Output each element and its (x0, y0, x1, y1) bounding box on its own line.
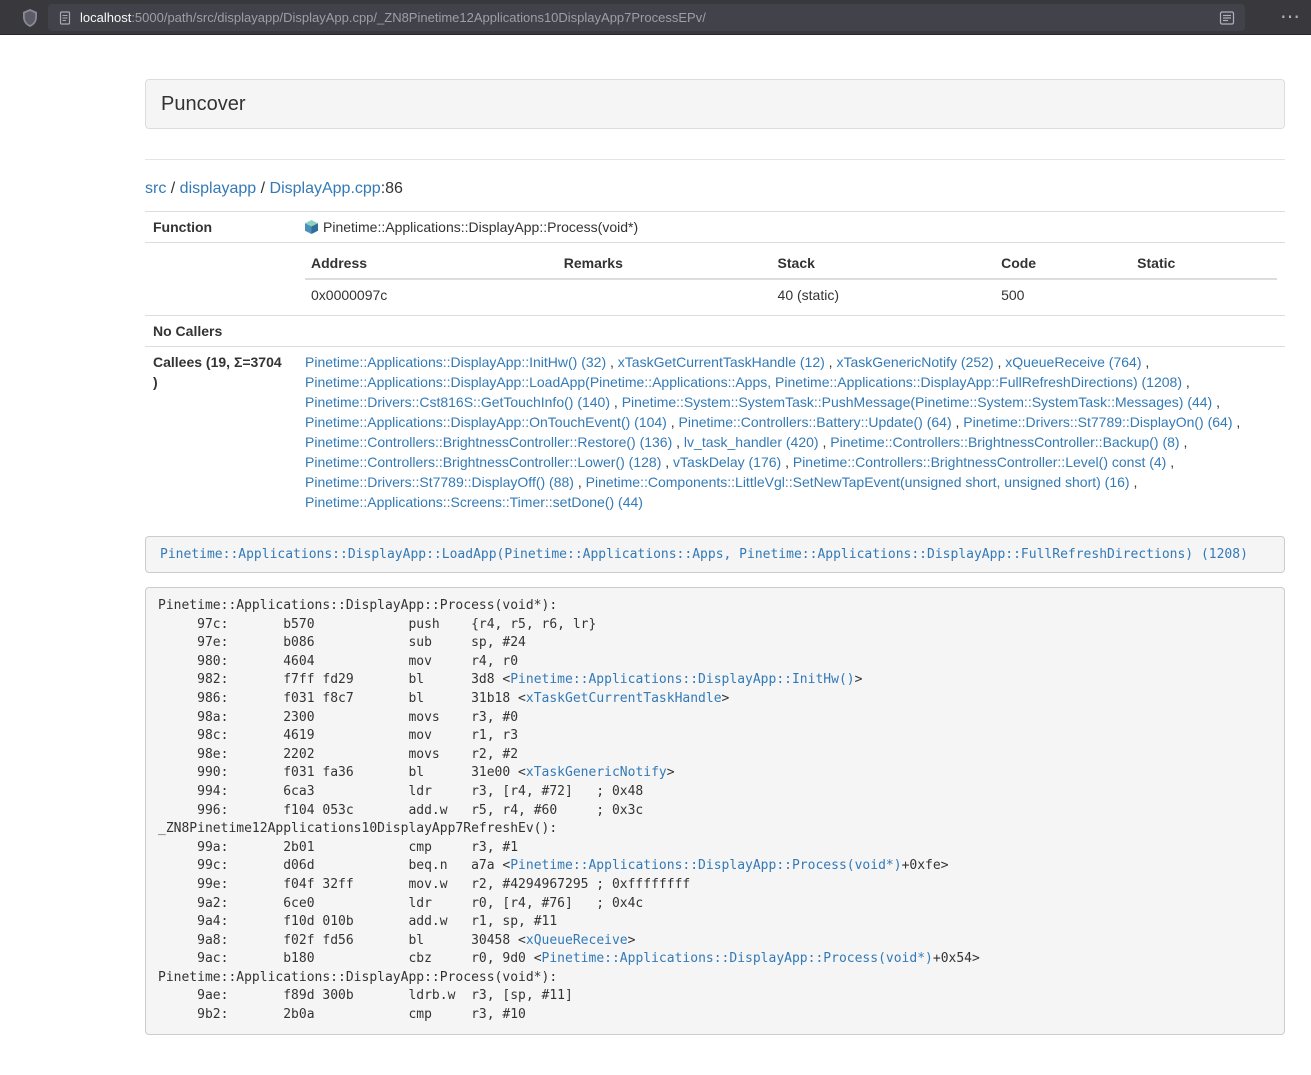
column-stack: Stack (772, 248, 996, 279)
details-row-spacer (145, 243, 297, 316)
breadcrumb-link[interactable]: src (145, 180, 166, 197)
callee-link[interactable]: xTaskGenericNotify (252) (836, 354, 993, 370)
code-symbol-link[interactable]: Pinetime::Applications::DisplayApp::Init… (510, 672, 854, 687)
callee-link[interactable]: Pinetime::Drivers::St7789::DisplayOn() (… (963, 414, 1232, 430)
callee-link[interactable]: Pinetime::System::SystemTask::PushMessag… (622, 394, 1213, 410)
breadcrumb-link[interactable]: DisplayApp.cpp (270, 180, 381, 197)
no-callers-row: No Callers (145, 316, 1285, 347)
no-callers-label: No Callers (145, 316, 297, 347)
address-value: 0x0000097c (305, 279, 558, 310)
callees-list: Pinetime::Applications::DisplayApp::Init… (297, 347, 1285, 518)
details-row: Address Remarks Stack Code Static 0x0000… (145, 243, 1285, 316)
callee-link[interactable]: Pinetime::Drivers::Cst816S::GetTouchInfo… (305, 394, 610, 410)
column-static: Static (1131, 248, 1277, 279)
function-row: Function Pinetime::Applications::Display… (145, 212, 1285, 243)
details-header-row: Address Remarks Stack Code Static (305, 248, 1277, 279)
app-title: Puncover (161, 93, 1269, 115)
callee-link[interactable]: Pinetime::Controllers::BrightnessControl… (305, 454, 661, 470)
no-callers-cell (297, 316, 1285, 347)
breadcrumb: src / displayapp / DisplayApp.cpp:86 (145, 180, 1285, 198)
callee-link[interactable]: Pinetime::Controllers::BrightnessControl… (793, 454, 1166, 470)
stack-value: 40 (static) (772, 279, 996, 310)
callee-link[interactable]: Pinetime::Applications::Screens::Timer::… (305, 494, 643, 510)
page-icon (58, 11, 72, 25)
column-remarks: Remarks (558, 248, 772, 279)
function-name-cell: Pinetime::Applications::DisplayApp::Proc… (297, 212, 1285, 243)
column-address: Address (305, 248, 558, 279)
reader-view-icon[interactable] (1219, 10, 1235, 26)
function-name: Pinetime::Applications::DisplayApp::Proc… (323, 219, 638, 235)
callee-link[interactable]: lv_task_handler (420) (684, 434, 819, 450)
breadcrumb-text: :86 (381, 180, 403, 197)
symbol-table: Function Pinetime::Applications::Display… (145, 211, 1285, 517)
browser-toolbar: localhost:5000/path/src/displayapp/Displ… (0, 0, 1311, 35)
callee-link[interactable]: Pinetime::Controllers::BrightnessControl… (830, 434, 1179, 450)
breadcrumb-text: / (256, 180, 269, 197)
app-header-panel: Puncover (145, 79, 1285, 129)
callee-link[interactable]: xTaskGetCurrentTaskHandle (12) (618, 354, 825, 370)
code-symbol-link[interactable]: xTaskGenericNotify (526, 765, 667, 780)
callee-link[interactable]: Pinetime::Controllers::BrightnessControl… (305, 434, 672, 450)
callee-link[interactable]: Pinetime::Components::LittleVgl::SetNewT… (586, 474, 1130, 490)
callee-link[interactable]: Pinetime::Applications::DisplayApp::Load… (305, 374, 1182, 390)
highlighted-symbol-link[interactable]: Pinetime::Applications::DisplayApp::Load… (160, 547, 1248, 562)
details-cell: Address Remarks Stack Code Static 0x0000… (297, 243, 1285, 316)
static-value (1131, 279, 1277, 310)
callee-link[interactable]: vTaskDelay (176) (673, 454, 781, 470)
disassembly: Pinetime::Applications::DisplayApp::Proc… (145, 587, 1285, 1035)
remarks-value (558, 279, 772, 310)
url-path: :5000/path/src/displayapp/DisplayApp.cpp… (131, 10, 706, 25)
shield-icon[interactable] (22, 9, 38, 27)
column-code: Code (995, 248, 1131, 279)
details-table: Address Remarks Stack Code Static 0x0000… (305, 248, 1277, 310)
callees-label: Callees (19, Σ=3704 ) (145, 347, 297, 518)
callees-row: Callees (19, Σ=3704 ) Pinetime::Applicat… (145, 347, 1285, 518)
code-symbol-link[interactable]: xTaskGetCurrentTaskHandle (526, 691, 722, 706)
code-symbol-link[interactable]: xQueueReceive (526, 933, 628, 948)
code-size-value: 500 (995, 279, 1131, 310)
callee-link[interactable]: Pinetime::Applications::DisplayApp::Init… (305, 354, 606, 370)
main-content: Puncover src / displayapp / DisplayApp.c… (145, 79, 1285, 1035)
divider (145, 159, 1285, 160)
breadcrumb-link[interactable]: displayapp (180, 180, 257, 197)
callee-link[interactable]: Pinetime::Controllers::Battery::Update()… (679, 414, 952, 430)
highlighted-symbol-box: Pinetime::Applications::DisplayApp::Load… (145, 536, 1285, 573)
callee-link[interactable]: Pinetime::Applications::DisplayApp::OnTo… (305, 414, 667, 430)
function-label: Function (145, 212, 297, 243)
overflow-menu-icon[interactable]: ⋯ (1280, 2, 1301, 32)
callee-link[interactable]: Pinetime::Drivers::St7789::DisplayOff() … (305, 474, 574, 490)
url-bar[interactable]: localhost:5000/path/src/displayapp/Displ… (48, 4, 1245, 31)
url-text: localhost:5000/path/src/displayapp/Displ… (80, 10, 1211, 25)
code-symbol-link[interactable]: Pinetime::Applications::DisplayApp::Proc… (510, 858, 901, 873)
url-host: localhost (80, 10, 131, 25)
details-value-row: 0x0000097c 40 (static) 500 (305, 279, 1277, 310)
code-symbol-link[interactable]: Pinetime::Applications::DisplayApp::Proc… (542, 951, 933, 966)
callee-link[interactable]: xQueueReceive (764) (1005, 354, 1141, 370)
breadcrumb-text: / (166, 180, 179, 197)
symbol-cube-icon (305, 219, 318, 233)
